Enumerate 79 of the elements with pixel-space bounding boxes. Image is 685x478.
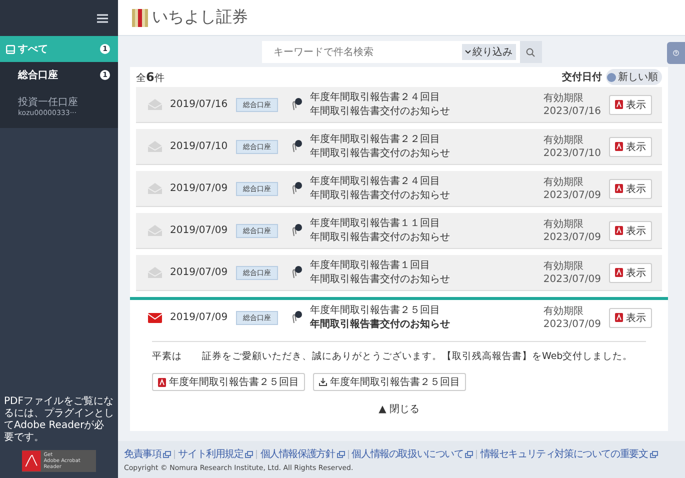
attachment-button[interactable]: 年度年間取引報告書２５回目: [152, 373, 305, 391]
pdf-icon: [615, 313, 623, 322]
report-title: 年度年間取引報告書１１回目: [310, 216, 441, 230]
attachment-button[interactable]: 年度年間取引報告書２５回目: [313, 373, 466, 391]
delivery-date: 2019/07/09: [170, 183, 228, 194]
inbox-icon: [6, 44, 15, 54]
pdf-icon: [615, 268, 623, 277]
attachment-icon: [292, 182, 302, 195]
adobe-logo-icon: [22, 450, 41, 472]
search-icon: [526, 48, 535, 56]
view-button[interactable]: 表示: [609, 94, 652, 114]
search-field[interactable]: キーワードで件名検索 絞り込み: [262, 41, 520, 63]
view-button[interactable]: 表示: [609, 308, 652, 328]
expiry-date: 2023/07/09: [543, 188, 601, 202]
external-link-icon: [650, 450, 658, 458]
download-icon: [319, 378, 327, 386]
report-title: 年度年間取引報告書２５回目: [310, 304, 441, 318]
message-subject: 年間取引報告書交付のお知らせ: [310, 104, 451, 118]
expiry-label: 有効期限: [543, 92, 584, 104]
expiry-date: 2023/07/09: [543, 318, 601, 330]
pdf-icon: [615, 226, 623, 235]
footer-link[interactable]: サイト利用規定: [178, 447, 254, 461]
filter-button[interactable]: 絞り込み: [462, 44, 516, 60]
view-button[interactable]: 表示: [609, 262, 652, 282]
close-link[interactable]: ▲ 閉じる: [372, 401, 426, 417]
view-button[interactable]: 表示: [609, 178, 652, 198]
expiry-label: 有効期限: [543, 218, 584, 230]
help-icon: [673, 48, 679, 58]
external-link-icon: [163, 450, 172, 458]
sort-toggle[interactable]: 新しい順: [606, 69, 662, 85]
message-subject: 年間取引報告書交付のお知らせ: [310, 318, 451, 332]
expiry-date: 2023/07/09: [543, 230, 601, 244]
pdf-icon: [615, 142, 623, 151]
external-link-icon: [465, 450, 474, 458]
logo-text: いちよし証券: [152, 7, 248, 28]
logo-icon: [132, 8, 148, 26]
pdf-icon: [615, 184, 623, 193]
report-title: 年度年間取引報告書２２回目: [310, 132, 441, 146]
message-subject: 年間取引報告書交付のお知らせ: [310, 146, 451, 160]
view-button[interactable]: 表示: [609, 136, 652, 156]
expiry-date: 2023/07/16: [543, 104, 601, 118]
pdf-icon: [615, 100, 623, 109]
chevron-down-icon: [464, 50, 470, 54]
expiry-date: 2023/07/10: [543, 146, 601, 160]
attachment-icon: [292, 311, 302, 324]
report-title: 年度年間取引報告書１回目: [310, 258, 431, 272]
external-link-icon: [245, 450, 254, 458]
footer-link[interactable]: 情報セキュリティ対策についての重要文: [480, 447, 658, 461]
message-body: 平素は 証券をご愛顧いただき、誠にありがとうございます。【取引残高報告書】をWeb交付しました。: [152, 350, 634, 363]
delivery-date: 2019/07/09: [170, 312, 228, 323]
attachment-icon: [292, 98, 302, 111]
expiry-label: 有効期限: [543, 304, 584, 318]
footer-link[interactable]: 個人情報の取扱いについて: [352, 447, 474, 461]
attachment-icon: [292, 140, 302, 153]
expiry-label: 有効期限: [543, 176, 584, 188]
footer-link[interactable]: 免責事項: [124, 447, 172, 461]
footer-link[interactable]: 個人情報保護方針: [260, 447, 345, 461]
delivery-date: 2019/07/09: [170, 267, 228, 278]
delivery-date: 2019/07/16: [170, 99, 228, 110]
menu-icon[interactable]: [97, 14, 108, 22]
expiry-label: 有効期限: [543, 134, 584, 146]
result-count: 全6件: [136, 70, 164, 84]
report-title: 年度年間取引報告書２４回目: [310, 90, 441, 104]
message-subject: 年間取引報告書交付のお知らせ: [310, 188, 451, 202]
attachment-icon: [292, 224, 302, 237]
expiry-label: 有効期限: [543, 260, 584, 272]
expiry-date: 2023/07/09: [543, 272, 601, 286]
sort-label: 交付日付: [562, 70, 602, 84]
report-title: 年度年間取引報告書２４回目: [310, 174, 441, 188]
message-subject: 年間取引報告書交付のお知らせ: [310, 272, 451, 286]
attachment-icon: [292, 266, 302, 279]
view-button[interactable]: 表示: [609, 220, 652, 240]
message-subject: 年間取引報告書交付のお知らせ: [310, 230, 451, 244]
external-link-icon: [336, 450, 345, 458]
pdf-note: PDFファイルをご覧になるには、プラグインとしてAdobe Readerが必要です。: [3, 396, 115, 444]
delivery-date: 2019/07/09: [170, 225, 228, 236]
delivery-date: 2019/07/10: [170, 141, 228, 152]
search-button[interactable]: [520, 41, 542, 63]
pdf-icon: [158, 378, 166, 386]
